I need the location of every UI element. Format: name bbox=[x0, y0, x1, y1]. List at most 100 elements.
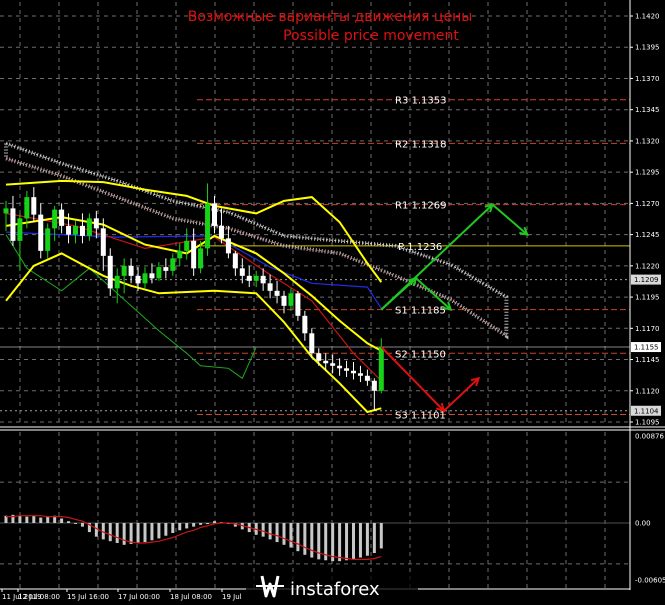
time-tick-label: 12 Jul 08:00 bbox=[18, 593, 60, 601]
candle-body bbox=[274, 290, 280, 296]
candle-body bbox=[378, 347, 384, 391]
macd-bar bbox=[74, 523, 77, 524]
macd-bar bbox=[185, 523, 189, 529]
candle-body bbox=[295, 293, 301, 316]
macd-bar bbox=[164, 523, 168, 536]
price-chart: R3 1.1353R2 1.1318R1 1.1269P 1.1236S1 1.… bbox=[0, 0, 665, 605]
candle-body bbox=[218, 225, 224, 239]
macd-bar bbox=[67, 521, 71, 523]
candle-body bbox=[107, 255, 113, 289]
candle-body bbox=[170, 258, 176, 271]
price-tick-label: 1.1120 bbox=[635, 387, 660, 395]
macd-bar bbox=[303, 523, 307, 555]
candle-body bbox=[337, 365, 343, 369]
candle-body bbox=[3, 208, 9, 214]
candle-body bbox=[260, 275, 266, 284]
candle-body bbox=[38, 214, 44, 251]
macd-bar bbox=[94, 523, 98, 537]
candle-body bbox=[316, 353, 322, 361]
candle-body bbox=[323, 360, 329, 364]
candle-body bbox=[114, 275, 120, 289]
price-tick-label: 1.1345 bbox=[635, 106, 660, 114]
macd-bar bbox=[261, 523, 265, 537]
tag-1209-label: 1.1209 bbox=[634, 276, 659, 284]
macd-bar bbox=[213, 521, 216, 523]
macd-bar bbox=[365, 523, 369, 556]
pivot-label-s3: S3 1.1101 bbox=[395, 411, 446, 422]
candle-body bbox=[357, 373, 363, 376]
candle-body bbox=[184, 240, 190, 251]
price-tick-label: 1.1170 bbox=[635, 325, 660, 333]
macd-bar bbox=[317, 523, 321, 560]
candle-body bbox=[246, 275, 252, 281]
macd-bar bbox=[345, 523, 349, 561]
tag-1104-label: 1.1104 bbox=[634, 407, 659, 415]
macd-bar bbox=[206, 523, 210, 524]
candle-body bbox=[66, 225, 72, 235]
pivot-label-r1: R1 1.1269 bbox=[395, 201, 446, 212]
macd-bar bbox=[39, 517, 43, 523]
candle-body bbox=[281, 295, 287, 306]
osc-tick-label: 0.00 bbox=[635, 520, 651, 528]
macd-bar bbox=[115, 523, 119, 543]
candle-body bbox=[205, 203, 211, 249]
macd-bar bbox=[192, 523, 196, 527]
macd-bar bbox=[296, 523, 300, 552]
time-tick-label: 18 Jul 08:00 bbox=[170, 593, 212, 601]
chart-title-en: Possible price movement bbox=[283, 28, 459, 44]
macd-bar bbox=[275, 523, 279, 543]
macd-bar bbox=[108, 523, 112, 542]
osc-tick-label: -0.00605 bbox=[635, 577, 665, 585]
candle-body bbox=[52, 209, 58, 229]
pivot-label-s1: S1 1.1185 bbox=[395, 306, 446, 317]
candle-body bbox=[364, 375, 370, 381]
macd-bar bbox=[122, 523, 126, 545]
candle-body bbox=[59, 209, 65, 226]
candle-body bbox=[330, 363, 336, 366]
price-tick-label: 1.1370 bbox=[635, 75, 660, 83]
candle-body bbox=[253, 275, 259, 281]
macd-bar bbox=[199, 523, 203, 525]
macd-bar bbox=[171, 523, 175, 533]
macd-bar bbox=[338, 523, 342, 562]
candle-body bbox=[232, 253, 238, 269]
candle-body bbox=[93, 218, 99, 229]
time-tick-label: 19 Jul bbox=[222, 593, 242, 601]
pivot-label-r2: R2 1.1318 bbox=[395, 139, 446, 150]
macd-bar bbox=[129, 523, 133, 544]
candle-body bbox=[198, 248, 204, 269]
macd-bar bbox=[379, 523, 383, 549]
candle-body bbox=[149, 273, 155, 279]
price-tick-label: 1.1295 bbox=[635, 169, 660, 177]
price-tick-label: 1.1270 bbox=[635, 200, 660, 208]
time-tick-label: 15 Jul 16:00 bbox=[67, 593, 109, 601]
price-tick-label: 1.1245 bbox=[635, 231, 660, 239]
candle-body bbox=[177, 250, 183, 259]
candle-body bbox=[309, 333, 315, 354]
macd-bar bbox=[60, 518, 64, 523]
macd-bar bbox=[136, 523, 140, 543]
macd-bar bbox=[282, 523, 286, 545]
macd-bar bbox=[143, 523, 147, 543]
candle-body bbox=[45, 228, 51, 251]
instaforex-logo: instaforex bbox=[246, 572, 418, 605]
candle-body bbox=[239, 268, 245, 276]
candle-body bbox=[121, 265, 127, 276]
candle-body bbox=[100, 228, 106, 256]
candle-body bbox=[17, 218, 23, 241]
pivot-label-r3: R3 1.1353 bbox=[395, 96, 446, 107]
macd-bar bbox=[25, 516, 29, 523]
price-tick-label: 1.1320 bbox=[635, 137, 660, 145]
macd-bar bbox=[150, 523, 154, 541]
candle-body bbox=[191, 240, 197, 269]
candle-body bbox=[267, 283, 273, 291]
osc-tick-label: 0.00876 bbox=[635, 433, 664, 441]
macd-bar bbox=[372, 523, 376, 553]
price-tick-label: 1.1220 bbox=[635, 262, 660, 270]
current-price-tag-label: 1.1155 bbox=[634, 344, 659, 352]
macd-bar bbox=[46, 516, 50, 523]
candle-body bbox=[225, 238, 231, 254]
macd-bar bbox=[32, 515, 36, 523]
price-tick-label: 1.1195 bbox=[635, 294, 660, 302]
logo-text: instaforex bbox=[290, 579, 380, 600]
